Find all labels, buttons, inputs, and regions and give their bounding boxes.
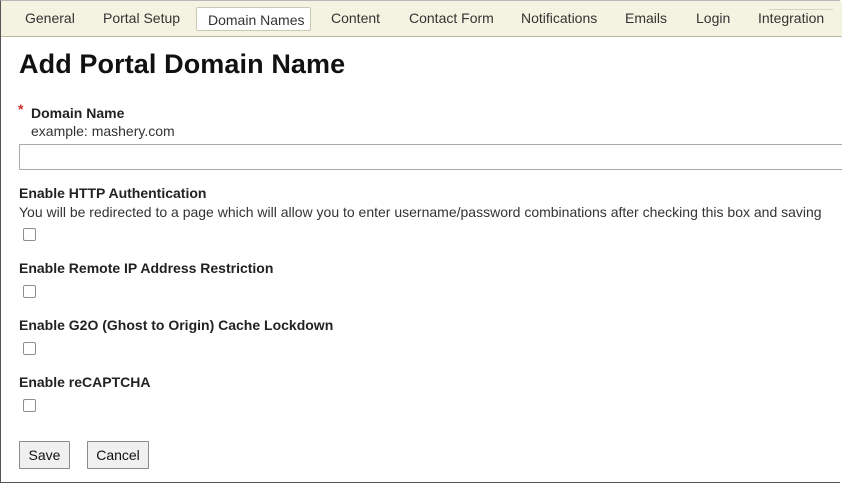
tab-overflow-divider (769, 9, 833, 11)
page-title: Add Portal Domain Name (19, 49, 346, 79)
recaptcha-checkbox[interactable] (23, 399, 36, 412)
tab-emails[interactable]: Emails (625, 6, 667, 31)
tab-general[interactable]: General (25, 6, 75, 31)
tab-content[interactable]: Content (331, 6, 380, 31)
settings-tab-bar: General Portal Setup Domain Names Conten… (1, 1, 842, 37)
required-marker: * (18, 101, 24, 117)
remote-ip-label: Enable Remote IP Address Restriction (19, 260, 274, 276)
tab-notifications[interactable]: Notifications (521, 6, 597, 31)
page-frame: General Portal Setup Domain Names Conten… (0, 0, 842, 483)
g2o-label: Enable G2O (Ghost to Origin) Cache Lockd… (19, 317, 334, 333)
g2o-checkbox[interactable] (23, 342, 36, 355)
recaptcha-label: Enable reCAPTCHA (19, 374, 151, 390)
tab-portal-setup[interactable]: Portal Setup (103, 6, 180, 31)
tab-login[interactable]: Login (696, 6, 730, 31)
domain-name-label: Domain Name (31, 105, 125, 121)
http-auth-help: You will be redirected to a page which w… (19, 204, 822, 220)
domain-name-input[interactable] (19, 144, 842, 170)
http-auth-label: Enable HTTP Authentication (19, 185, 207, 201)
http-auth-checkbox[interactable] (23, 228, 36, 241)
save-button[interactable]: Save (19, 441, 70, 469)
remote-ip-checkbox[interactable] (23, 285, 36, 298)
tab-contact-form[interactable]: Contact Form (409, 6, 494, 31)
cancel-button[interactable]: Cancel (87, 441, 149, 469)
domain-name-help: example: mashery.com (31, 123, 175, 139)
tab-domain-names[interactable]: Domain Names (196, 7, 311, 31)
